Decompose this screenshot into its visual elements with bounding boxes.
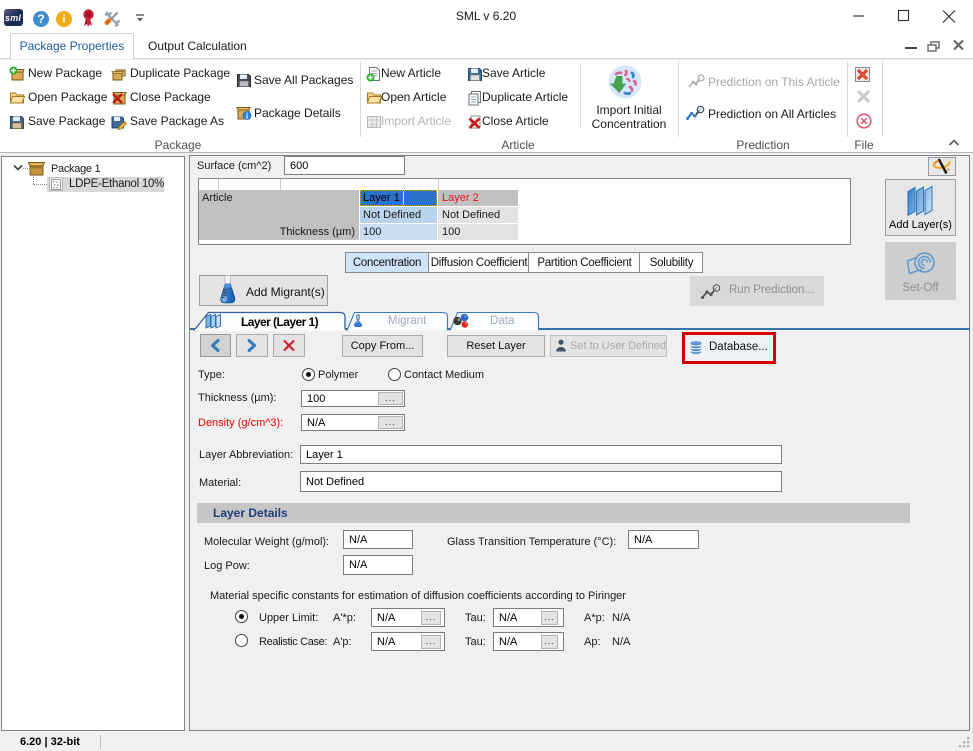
svg-text:csv: csv (370, 123, 378, 129)
